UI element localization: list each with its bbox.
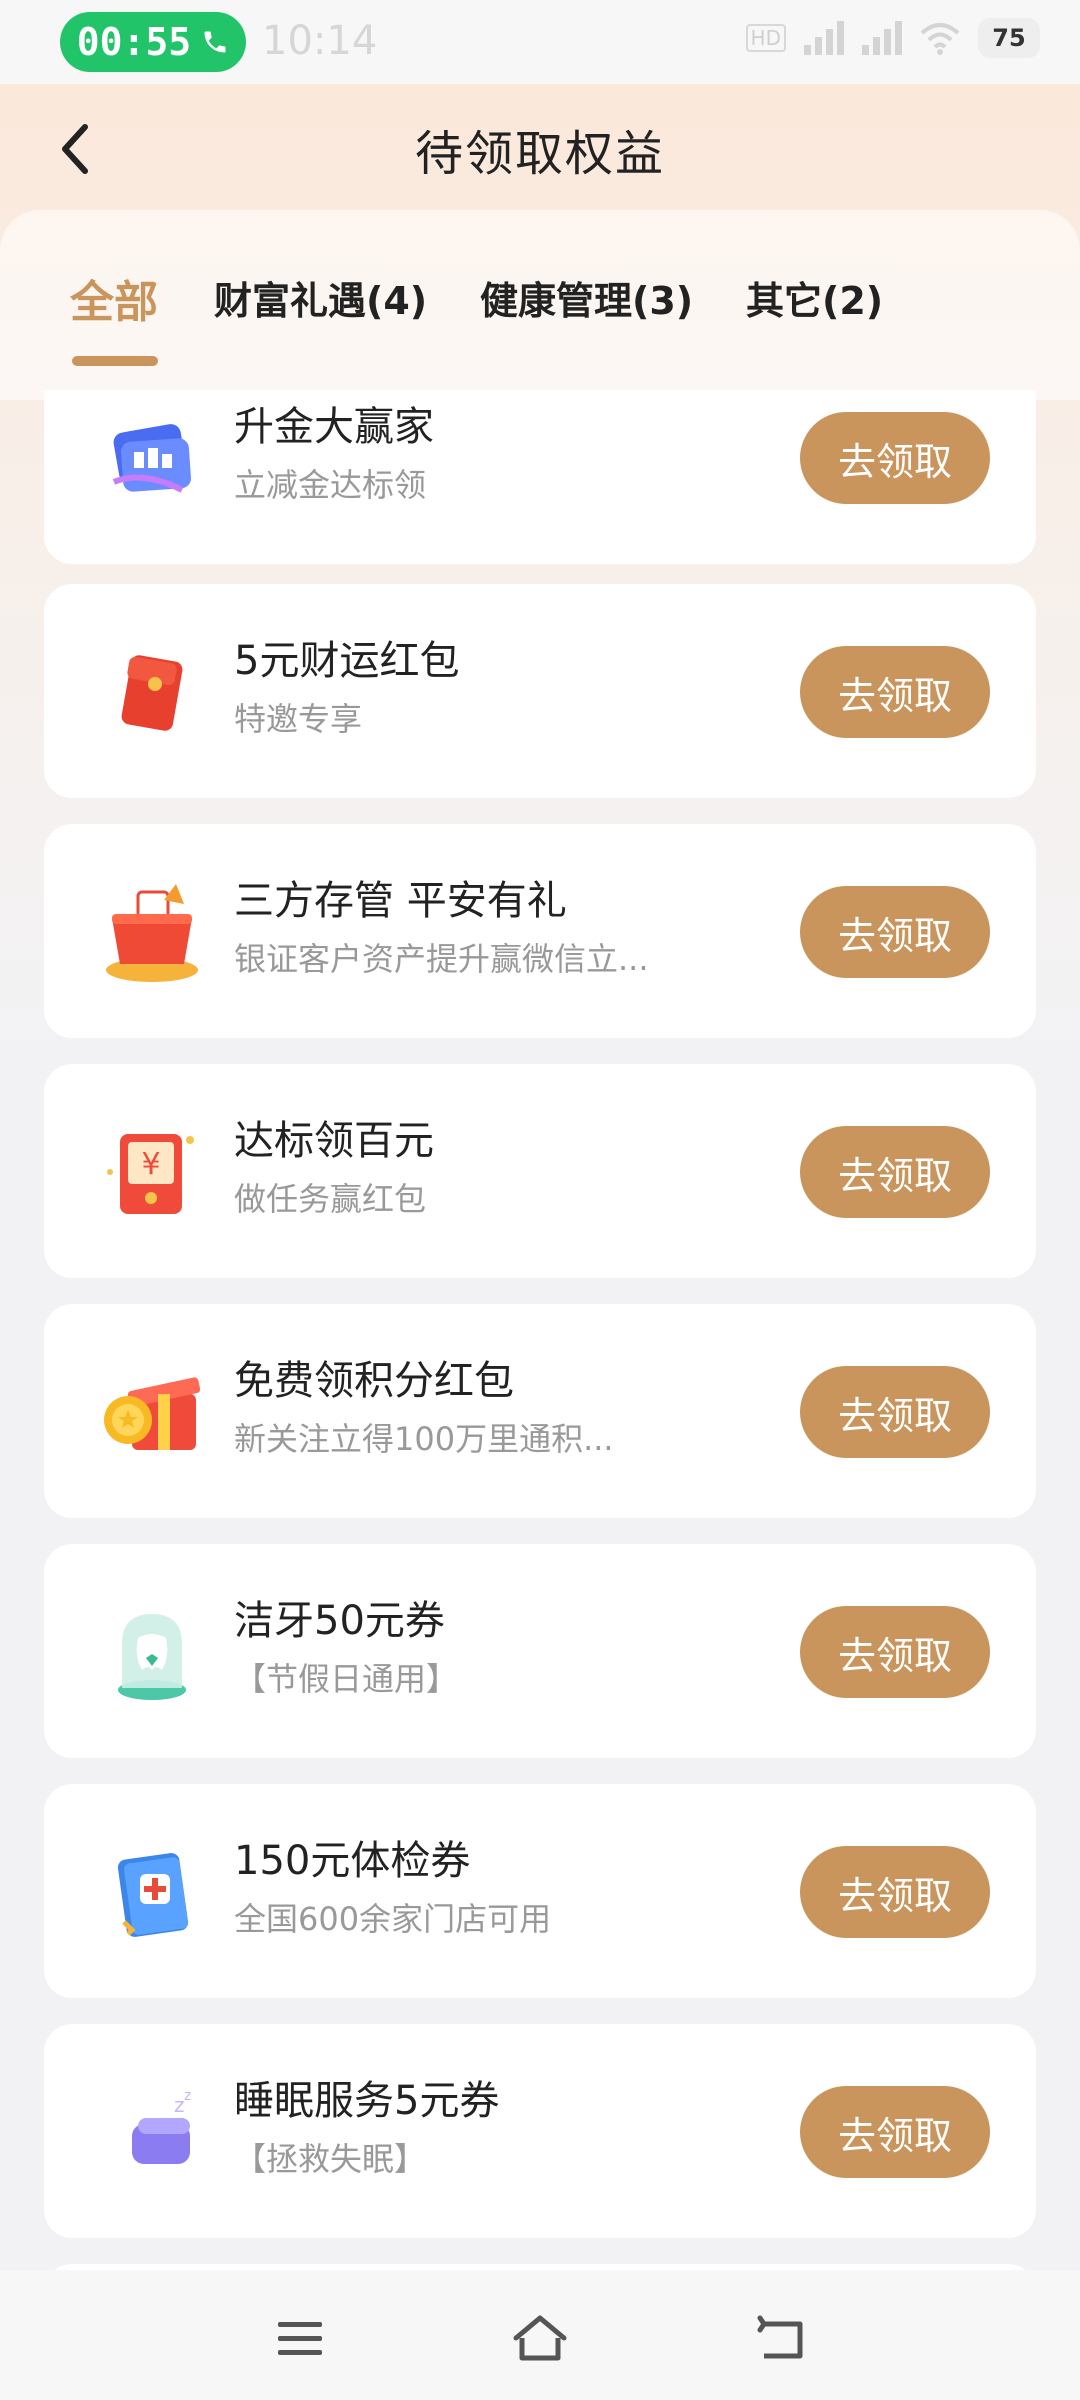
- claim-button[interactable]: 去领取: [800, 412, 990, 504]
- gift-basket-icon: [106, 884, 198, 982]
- signal-icon: [804, 21, 844, 55]
- wifi-icon: [920, 23, 960, 55]
- list-item[interactable]: 5元财运红包 特邀专享 去领取: [44, 584, 1036, 798]
- item-subtitle: 立减金达标领: [234, 466, 427, 504]
- card-icon: [112, 424, 191, 493]
- claim-button[interactable]: 去领取: [800, 1846, 990, 1938]
- item-title: 洁牙50元券: [234, 1598, 445, 1644]
- gift-box-coin-icon: [104, 1377, 201, 1450]
- status-clock: 10:14: [262, 18, 378, 64]
- tooth-icon: [118, 1614, 186, 1700]
- call-timer: 00:55: [76, 20, 192, 64]
- item-title: 三方存管 平安有礼: [234, 878, 567, 924]
- system-nav-bar: [0, 2270, 1080, 2400]
- item-subtitle: 新关注立得100万里通积...: [234, 1420, 614, 1458]
- battery-indicator: 75: [978, 18, 1040, 58]
- tab-all[interactable]: 全部: [70, 266, 158, 330]
- red-envelope-icon: [121, 655, 183, 731]
- status-icons: HD 75: [745, 18, 1040, 58]
- list-item[interactable]: 升金大赢家 立减金达标领 去领取: [44, 390, 1036, 564]
- svg-text:¥: ¥: [141, 1147, 160, 1182]
- active-tab-indicator: [72, 356, 158, 366]
- item-title: 升金大赢家: [234, 404, 434, 450]
- item-subtitle: 【节假日通用】: [234, 1660, 459, 1698]
- back-nav-icon[interactable]: [750, 2308, 810, 2368]
- home-icon[interactable]: [510, 2308, 570, 2368]
- list-item[interactable]: ¥ 达标领百元 做任务赢红包 去领取: [44, 1064, 1036, 1278]
- hd-badge: HD: [745, 24, 786, 52]
- tab-other[interactable]: 其它(2): [746, 270, 883, 325]
- svg-text:z: z: [184, 2088, 191, 2104]
- phone-icon: [204, 31, 226, 53]
- status-bar: 00:55 10:14 HD 75: [0, 0, 1080, 84]
- list-item[interactable]: 洁牙50元券 【节假日通用】 去领取: [44, 1544, 1036, 1758]
- page-title: 待领取权益: [414, 126, 665, 182]
- item-title: 免费领积分红包: [234, 1358, 514, 1404]
- item-title: 5元财运红包: [234, 638, 460, 684]
- tab-wealth[interactable]: 财富礼遇(4): [214, 270, 427, 325]
- claim-button[interactable]: 去领取: [800, 1606, 990, 1698]
- header: 待领取权益: [0, 84, 1080, 214]
- medical-book-icon: [117, 1853, 189, 1937]
- item-subtitle: 特邀专享: [234, 700, 363, 738]
- sleep-moon-icon: z z: [114, 2088, 191, 2164]
- list-item[interactable]: 150元体检券 全国600余家门店可用 去领取: [44, 1784, 1036, 1998]
- item-title: 睡眠服务5元券: [234, 2078, 500, 2124]
- item-subtitle: 【拯救失眠】: [234, 2140, 427, 2178]
- signal-icon: [862, 21, 902, 55]
- list-item[interactable]: 免费领积分红包 新关注立得100万里通积... 去领取: [44, 1304, 1036, 1518]
- tab-health[interactable]: 健康管理(3): [480, 270, 693, 325]
- item-title: 达标领百元: [234, 1118, 434, 1164]
- benefit-list[interactable]: 升金大赢家 立减金达标领 去领取 5元财运红包 特邀专享 去领取 三方存管 平安…: [44, 390, 1036, 2270]
- list-item[interactable]: z z 睡眠服务5元券 【拯救失眠】 去领取: [44, 2024, 1036, 2238]
- svg-text:z: z: [174, 2093, 185, 2117]
- menu-icon[interactable]: [270, 2308, 330, 2368]
- item-subtitle: 做任务赢红包: [234, 1180, 427, 1218]
- claim-button[interactable]: 去领取: [800, 646, 990, 738]
- claim-button[interactable]: 去领取: [800, 886, 990, 978]
- claim-button[interactable]: 去领取: [800, 1126, 990, 1218]
- item-subtitle: 全国600余家门店可用: [234, 1900, 552, 1938]
- item-subtitle: 银证客户资产提升赢微信立...: [234, 940, 649, 978]
- claim-button[interactable]: 去领取: [800, 2086, 990, 2178]
- call-timer-pill[interactable]: 00:55: [60, 12, 246, 72]
- list-item[interactable]: 三方存管 平安有礼 银证客户资产提升赢微信立... 去领取: [44, 824, 1036, 1038]
- tab-bar: 全部 财富礼遇(4) 健康管理(3) 其它(2): [0, 210, 1080, 400]
- item-title: 150元体检券: [234, 1838, 471, 1884]
- claim-button[interactable]: 去领取: [800, 1366, 990, 1458]
- yuan-envelope-icon: ¥: [107, 1134, 194, 1214]
